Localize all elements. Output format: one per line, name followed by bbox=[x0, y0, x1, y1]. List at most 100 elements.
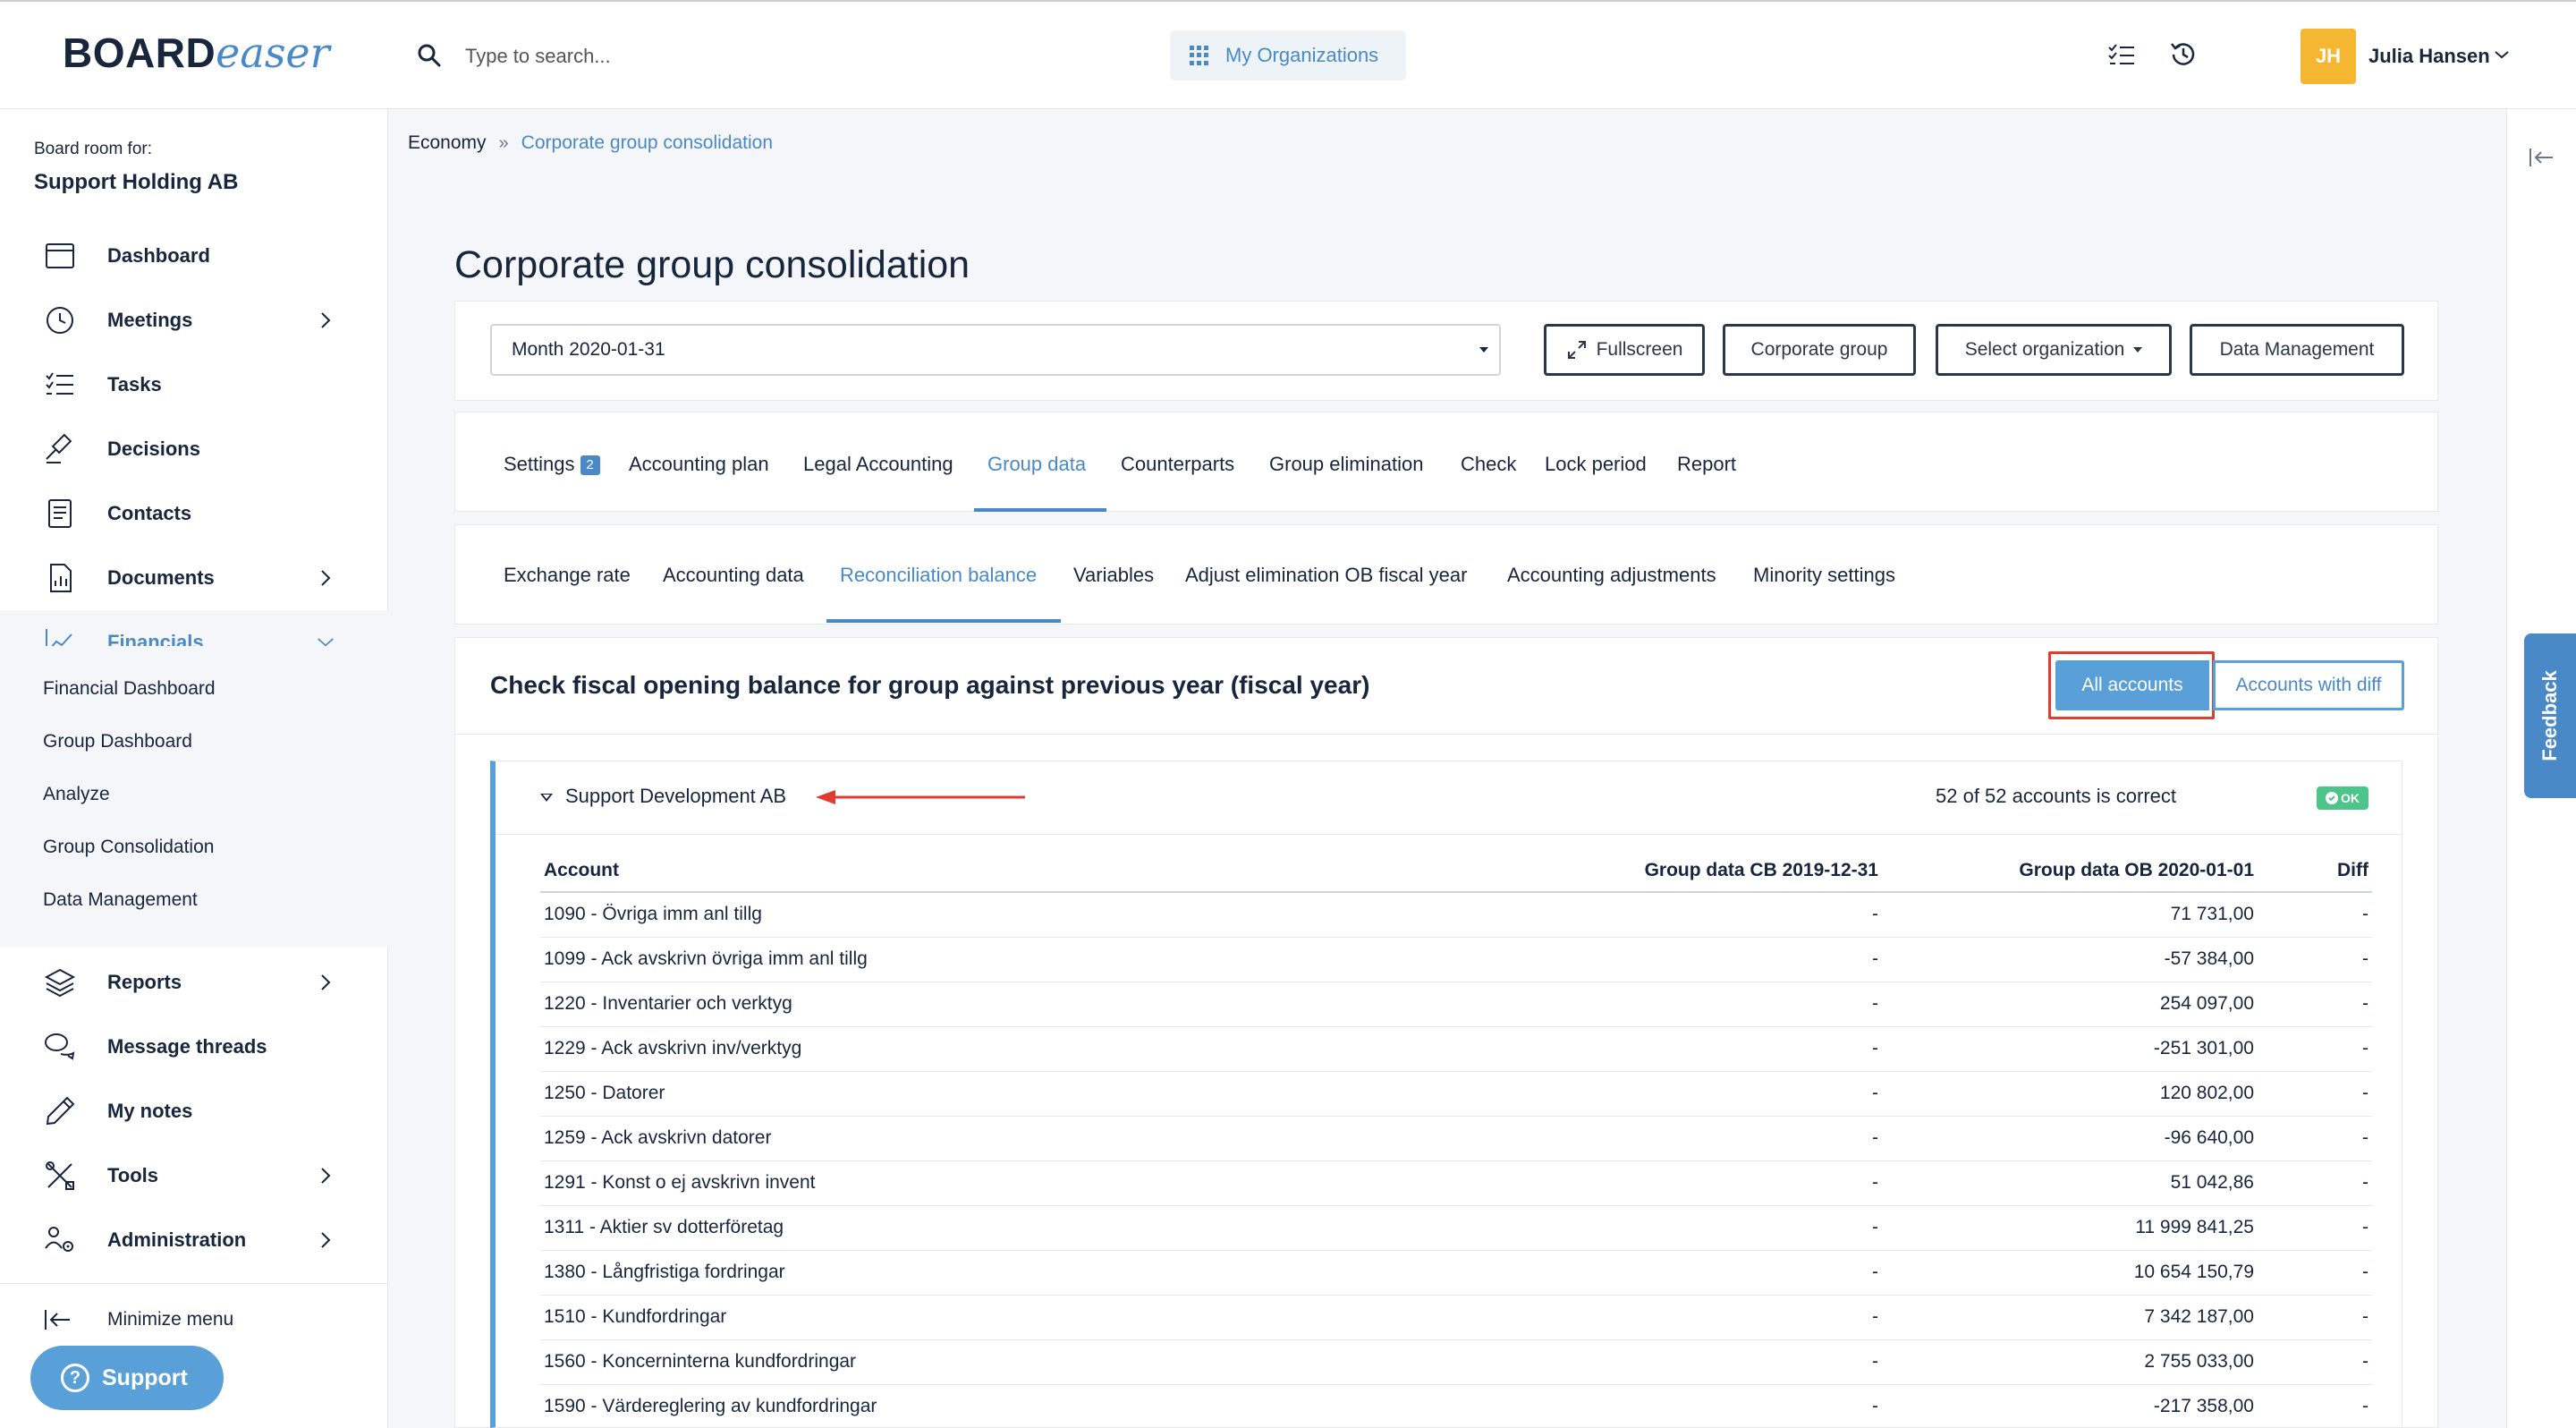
ob-cell: -96 640,00 bbox=[1882, 1116, 2258, 1161]
subtab-accounting-adjustments[interactable]: Accounting adjustments bbox=[1507, 564, 1716, 587]
search-icon[interactable] bbox=[417, 43, 442, 68]
diff-cell: - bbox=[2258, 1071, 2372, 1117]
period-select[interactable]: Month 2020-01-31 bbox=[490, 324, 1501, 376]
settings-count-badge: 2 bbox=[580, 455, 600, 475]
account-cell: 1291 - Konst o ej avskrivn invent bbox=[540, 1160, 1524, 1206]
sidebar-item-dashboard[interactable]: Dashboard bbox=[0, 224, 388, 288]
sidebar-item-reports[interactable]: Reports bbox=[0, 950, 388, 1015]
ob-cell: 71 731,00 bbox=[1882, 892, 2258, 938]
subtab-reconciliation-balance[interactable]: Reconciliation balance bbox=[840, 564, 1037, 587]
company-panel: Support Development AB 52 of 52 accounts… bbox=[490, 761, 2402, 1428]
sidebar-item-administration[interactable]: Administration bbox=[0, 1208, 388, 1272]
diff-cell: - bbox=[2258, 1116, 2372, 1161]
board-room-label: Board room for: bbox=[34, 140, 152, 158]
subtab-adjust-elimination[interactable]: Adjust elimination OB fiscal year bbox=[1185, 564, 1467, 587]
fullscreen-button[interactable]: Fullscreen bbox=[1544, 324, 1705, 376]
top-bar: BOARD easer My Organizations JH Julia Ha… bbox=[0, 0, 2576, 109]
select-organization-label: Select organization bbox=[1964, 339, 2125, 360]
app-logo[interactable]: BOARD easer bbox=[63, 29, 330, 82]
data-management-button[interactable]: Data Management bbox=[2190, 324, 2404, 376]
tab-settings[interactable]: Settings 2 bbox=[504, 453, 600, 476]
cb-cell: - bbox=[1524, 982, 1882, 1027]
account-cell: 1250 - Datorer bbox=[540, 1071, 1524, 1117]
breadcrumb-economy[interactable]: Economy bbox=[408, 132, 487, 154]
cb-cell: - bbox=[1524, 1071, 1882, 1117]
tab-report[interactable]: Report bbox=[1677, 453, 1736, 476]
chevron-right-icon bbox=[321, 1232, 331, 1248]
support-button[interactable]: ? Support bbox=[30, 1346, 224, 1410]
ob-cell: 2 755 033,00 bbox=[1882, 1339, 2258, 1385]
chevron-right-icon bbox=[321, 1168, 331, 1184]
sidebar-item-label: Documents bbox=[107, 566, 215, 589]
tab-counterparts[interactable]: Counterparts bbox=[1121, 453, 1234, 476]
ob-cell: 254 097,00 bbox=[1882, 982, 2258, 1027]
sidebar-item-message-threads[interactable]: Message threads bbox=[0, 1015, 388, 1079]
submenu-data-management[interactable]: Data Management bbox=[43, 889, 198, 911]
sidebar-item-label: Decisions bbox=[107, 438, 200, 460]
avatar[interactable]: JH bbox=[2301, 29, 2356, 84]
clock-icon bbox=[47, 307, 73, 334]
cb-cell: - bbox=[1524, 1026, 1882, 1072]
collapse-panel-icon[interactable] bbox=[2528, 147, 2555, 168]
cb-cell: - bbox=[1524, 1205, 1882, 1251]
sidebar-item-tasks[interactable]: Tasks bbox=[0, 353, 388, 417]
submenu-analyze[interactable]: Analyze bbox=[43, 784, 110, 805]
subtab-exchange-rate[interactable]: Exchange rate bbox=[504, 564, 631, 587]
feedback-label: Feedback bbox=[2538, 670, 2561, 761]
col-ob: Group data OB 2020-01-01 bbox=[1882, 860, 2258, 893]
ob-cell: -217 358,00 bbox=[1882, 1384, 2258, 1428]
accounts-with-diff-button[interactable]: Accounts with diff bbox=[2213, 660, 2404, 710]
subtab-variables[interactable]: Variables bbox=[1073, 564, 1154, 587]
collapse-toggle-icon[interactable] bbox=[540, 794, 553, 802]
sidebar-item-label: Dashboard bbox=[107, 244, 210, 267]
subtab-accounting-data[interactable]: Accounting data bbox=[663, 564, 804, 587]
feedback-tab[interactable]: Feedback bbox=[2524, 633, 2576, 798]
diff-cell: - bbox=[2258, 982, 2372, 1027]
tab-legal-accounting[interactable]: Legal Accounting bbox=[803, 453, 953, 476]
table-row: 1560 - Koncerninterna kundfordringar -2 7… bbox=[540, 1339, 2372, 1385]
ob-cell: 7 342 187,00 bbox=[1882, 1295, 2258, 1340]
sidebar-item-documents[interactable]: Documents bbox=[0, 546, 388, 610]
page-title: Corporate group consolidation bbox=[454, 243, 970, 286]
sidebar-item-label: Contacts bbox=[107, 502, 192, 524]
subtab-minority-settings[interactable]: Minority settings bbox=[1753, 564, 1895, 587]
ok-label: OK bbox=[2341, 791, 2360, 805]
cb-cell: - bbox=[1524, 1295, 1882, 1340]
cb-cell: - bbox=[1524, 1116, 1882, 1161]
corporate-group-button[interactable]: Corporate group bbox=[1723, 324, 1916, 376]
history-icon[interactable] bbox=[2168, 39, 2199, 70]
account-cell: 1229 - Ack avskrivn inv/verktyg bbox=[540, 1026, 1524, 1072]
search-input[interactable] bbox=[465, 36, 1020, 77]
my-organizations-button[interactable]: My Organizations bbox=[1170, 30, 1406, 81]
select-organization-button[interactable]: Select organization bbox=[1936, 324, 2172, 376]
chevron-down-icon[interactable] bbox=[2494, 48, 2510, 61]
table-row: 1220 - Inventarier och verktyg -254 097,0… bbox=[540, 982, 2372, 1027]
ob-cell: 10 654 150,79 bbox=[1882, 1250, 2258, 1296]
tab-group-elimination[interactable]: Group elimination bbox=[1269, 453, 1423, 476]
checklist-icon[interactable] bbox=[2107, 41, 2136, 70]
user-name[interactable]: Julia Hansen bbox=[2368, 45, 2490, 68]
expand-icon bbox=[1567, 341, 1586, 359]
sidebar-item-meetings[interactable]: Meetings bbox=[0, 288, 388, 353]
submenu-group-dashboard[interactable]: Group Dashboard bbox=[43, 731, 192, 752]
minimize-menu-button[interactable]: Minimize menu bbox=[43, 1308, 233, 1331]
submenu-financial-dashboard[interactable]: Financial Dashboard bbox=[43, 678, 216, 700]
sidebar-item-tools[interactable]: Tools bbox=[0, 1143, 388, 1208]
sidebar-item-contacts[interactable]: Contacts bbox=[0, 481, 388, 546]
submenu-group-consolidation[interactable]: Group Consolidation bbox=[43, 837, 214, 858]
table-row: 1250 - Datorer -120 802,00- bbox=[540, 1071, 2372, 1117]
diff-cell: - bbox=[2258, 1295, 2372, 1340]
my-organizations-label: My Organizations bbox=[1225, 44, 1379, 66]
sidebar-item-my-notes[interactable]: My notes bbox=[0, 1079, 388, 1143]
tab-group-data[interactable]: Group data bbox=[987, 453, 1086, 476]
breadcrumb-current[interactable]: Corporate group consolidation bbox=[521, 132, 773, 154]
tab-accounting-plan[interactable]: Accounting plan bbox=[629, 453, 769, 476]
tab-lock-period[interactable]: Lock period bbox=[1545, 453, 1647, 476]
tab-check[interactable]: Check bbox=[1461, 453, 1516, 476]
sidebar-item-decisions[interactable]: Decisions bbox=[0, 417, 388, 481]
sidebar-divider bbox=[0, 1283, 388, 1284]
logo-accent: easer bbox=[216, 29, 330, 77]
check-icon bbox=[2326, 792, 2338, 804]
board-org-name: Support Holding AB bbox=[34, 170, 239, 194]
company-header[interactable]: Support Development AB 52 of 52 accounts… bbox=[496, 761, 2402, 835]
